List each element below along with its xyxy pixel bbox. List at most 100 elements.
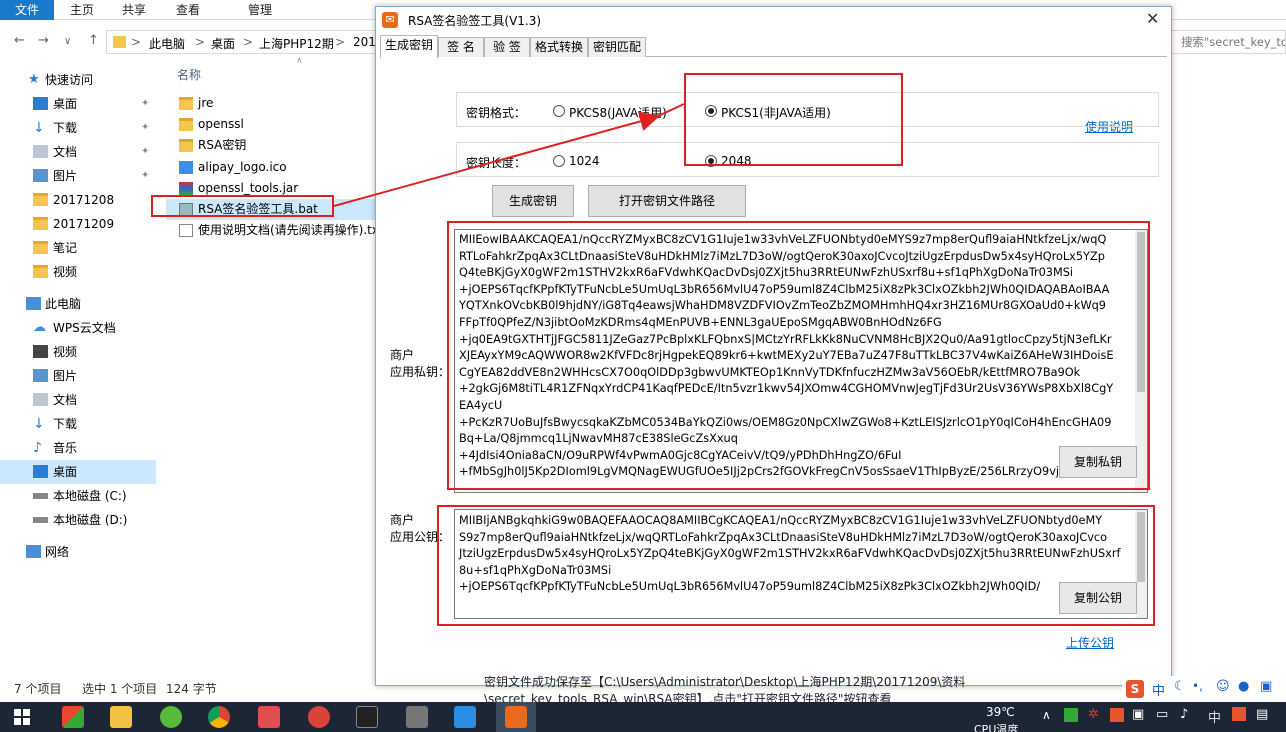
tab-generate-key[interactable]: 生成密钥: [380, 35, 438, 58]
nav-network[interactable]: 网络: [0, 540, 156, 564]
tab-sign[interactable]: 签 名: [438, 37, 484, 57]
tray-gear-icon[interactable]: ✲: [1088, 707, 1099, 722]
generate-key-button[interactable]: 生成密钥: [492, 185, 574, 217]
moon-icon[interactable]: ☾: [1174, 679, 1186, 694]
breadcrumb-this-pc[interactable]: 此电脑: [149, 35, 185, 52]
public-key-textarea[interactable]: MIIBIjANBgkqhkiG9w0BAQEFAAOCAQ8AMIIBCgKC…: [454, 509, 1148, 619]
terminal-taskbar-icon[interactable]: [356, 706, 378, 728]
radio-2048-label[interactable]: 2048: [721, 154, 752, 168]
radio-pkcs8[interactable]: [553, 105, 565, 117]
breadcrumb-folder[interactable]: 上海PHP12期: [259, 35, 334, 52]
chrome-taskbar-icon[interactable]: [208, 706, 230, 728]
ribbon-tab-home[interactable]: 主页: [58, 0, 106, 20]
up-arrow-icon[interactable]: ↑: [88, 33, 99, 48]
ribbon-tab-share[interactable]: 共享: [110, 0, 158, 20]
tray-app-icon[interactable]: [1064, 708, 1078, 722]
radio-pkcs1-label[interactable]: PKCS1(非JAVA适用): [721, 104, 831, 121]
rsa-tool-taskbar-button[interactable]: [496, 702, 536, 732]
file-item-rsa-keys[interactable]: RSA密钥: [166, 135, 378, 156]
upload-public-key-link[interactable]: 上传公钥: [1066, 634, 1114, 651]
nav-pc-wps-cloud[interactable]: ☁ WPS云文档: [0, 316, 156, 340]
tray-chevron-icon[interactable]: ∧: [1042, 708, 1051, 722]
ime-lang[interactable]: 中: [1152, 680, 1165, 699]
nav-pc-drive-d[interactable]: 本地磁盘 (D:): [0, 508, 156, 532]
app-taskbar-icon[interactable]: [160, 706, 182, 728]
ribbon-tab-view[interactable]: 查看: [164, 0, 212, 20]
recent-dropdown-icon[interactable]: ∨: [64, 36, 71, 47]
volume-icon[interactable]: ♪: [1180, 707, 1188, 722]
nav-pc-documents[interactable]: 文档: [0, 388, 156, 412]
nav-item-documents[interactable]: 文档 ✦: [0, 140, 156, 164]
nav-this-pc[interactable]: 此电脑: [0, 292, 156, 316]
file-item-openssl[interactable]: openssl: [166, 114, 378, 135]
radio-pkcs1[interactable]: [705, 105, 717, 117]
copy-private-key-button[interactable]: 复制私钥: [1059, 446, 1137, 478]
back-arrow-icon[interactable]: ←: [14, 33, 25, 48]
file-item-readme[interactable]: 使用说明文档(请先阅读再操作).txt: [166, 220, 378, 241]
pictures-icon: [33, 369, 48, 382]
notification-icon[interactable]: ▤: [1256, 707, 1268, 722]
ribbon-tab-manage[interactable]: 管理: [234, 0, 286, 20]
tab-format-convert[interactable]: 格式转换: [530, 37, 588, 57]
tray-monitor-icon[interactable]: ▭: [1156, 707, 1168, 722]
mic-icon[interactable]: ●: [1238, 679, 1249, 694]
file-item-logo[interactable]: alipay_logo.ico: [166, 157, 378, 178]
skin-icon[interactable]: ▣: [1260, 679, 1272, 694]
forward-arrow-icon[interactable]: →: [38, 33, 49, 48]
tray-sogou-icon[interactable]: [1110, 708, 1124, 722]
nav-item-desktop[interactable]: 桌面 ✦: [0, 92, 156, 116]
ribbon-tab-file[interactable]: 文件: [0, 0, 54, 20]
file-explorer-taskbar-icon[interactable]: [110, 706, 132, 728]
scroll-thumb[interactable]: [1137, 232, 1145, 392]
nav-pc-drive-c[interactable]: 本地磁盘 (C:): [0, 484, 156, 508]
image-file-icon: [179, 161, 193, 174]
radio-1024-label[interactable]: 1024: [569, 154, 600, 168]
scroll-thumb[interactable]: [1137, 512, 1145, 582]
app-taskbar-icon[interactable]: [406, 706, 428, 728]
tab-key-match[interactable]: 密钥匹配: [588, 37, 646, 57]
radio-2048[interactable]: [705, 155, 717, 167]
breadcrumb[interactable]: > 此电脑 > 桌面 > 上海PHP12期 > 2017: [106, 30, 384, 54]
emoji-icon[interactable]: ☺: [1216, 679, 1230, 694]
radio-pkcs8-label[interactable]: PKCS8(JAVA适用): [569, 104, 667, 121]
taskbar: 39℃ CPU温度 ∧ ✲ ▣ ▭ ♪ 中 ▤: [0, 702, 1286, 732]
sogou-ime-icon[interactable]: S: [1126, 680, 1144, 698]
tray-sogou-icon-2[interactable]: [1232, 707, 1246, 721]
file-item-jar[interactable]: openssl_tools.jar: [166, 178, 378, 199]
title-bar[interactable]: ✉ RSA签名验签工具(V1.3) ✕: [376, 7, 1171, 33]
windows-start-icon[interactable]: [14, 709, 30, 725]
nav-item-20171209[interactable]: 20171209: [0, 212, 156, 236]
file-item-bat[interactable]: RSA签名验签工具.bat: [166, 199, 378, 220]
download-icon: ↓: [33, 120, 45, 136]
open-key-path-button[interactable]: 打开密钥文件路径: [588, 185, 746, 217]
nav-item-videos[interactable]: 视频: [0, 260, 156, 284]
app-taskbar-icon[interactable]: [62, 706, 84, 728]
nav-quick-access[interactable]: ★ 快速访问: [0, 68, 156, 92]
app-taskbar-icon[interactable]: [258, 706, 280, 728]
copy-public-key-button[interactable]: 复制公钥: [1059, 582, 1137, 614]
private-key-text: MIIEowIBAAKCAQEA1/nQccRYZMyxBC8zCV1G1Iuj…: [459, 233, 1114, 479]
tray-ime-lang[interactable]: 中: [1208, 707, 1221, 726]
nav-pc-desktop[interactable]: 桌面: [0, 460, 156, 484]
file-item-jre[interactable]: jre: [166, 93, 378, 114]
nav-item-notes[interactable]: 笔记: [0, 236, 156, 260]
private-key-textarea[interactable]: MIIEowIBAAKCAQEA1/nQccRYZMyxBC8zCV1G1Iuj…: [454, 229, 1148, 493]
nav-item-pictures[interactable]: 图片 ✦: [0, 164, 156, 188]
ime-punct[interactable]: •,: [1192, 679, 1203, 693]
breadcrumb-desktop[interactable]: 桌面: [211, 35, 235, 52]
radio-1024[interactable]: [553, 155, 565, 167]
close-icon[interactable]: ✕: [1146, 9, 1159, 28]
nav-pc-downloads[interactable]: ↓ 下载: [0, 412, 156, 436]
nav-pc-videos[interactable]: 视频: [0, 340, 156, 364]
tray-app2-icon[interactable]: ▣: [1132, 707, 1144, 722]
nav-pc-music[interactable]: ♪ 音乐: [0, 436, 156, 460]
nav-pc-pictures[interactable]: 图片: [0, 364, 156, 388]
app-taskbar-icon[interactable]: [308, 706, 330, 728]
folder-icon: [33, 193, 48, 206]
ime-toolbar[interactable]: S 中 ☾ •, ☺ ● ▣: [1122, 676, 1286, 702]
wps-taskbar-icon[interactable]: [454, 706, 476, 728]
tab-verify[interactable]: 验 签: [484, 37, 530, 57]
nav-item-20171208[interactable]: 20171208: [0, 188, 156, 212]
column-header-name[interactable]: 名称: [177, 66, 201, 83]
nav-item-downloads[interactable]: ↓ 下载 ✦: [0, 116, 156, 140]
